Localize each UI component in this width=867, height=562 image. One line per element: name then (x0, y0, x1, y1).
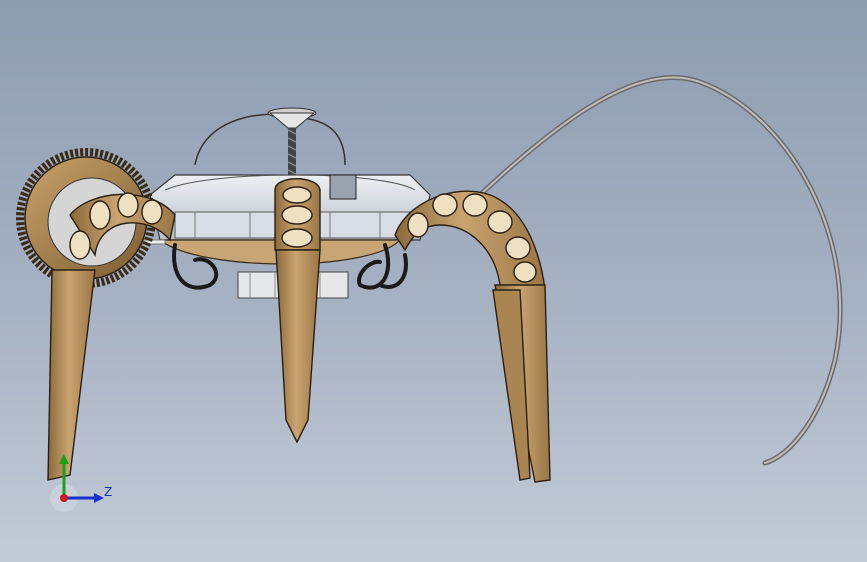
z-axis-label: Z (104, 485, 113, 499)
x-axis-dot (60, 494, 68, 502)
robot-model[interactable] (0, 0, 867, 562)
triad-axes-icon (50, 454, 104, 512)
leg-right (394, 190, 551, 483)
leg-center (274, 178, 321, 444)
coordinate-triad: Z (48, 452, 118, 512)
cad-viewport[interactable]: Z (0, 0, 867, 562)
dome-wire (194, 113, 346, 166)
